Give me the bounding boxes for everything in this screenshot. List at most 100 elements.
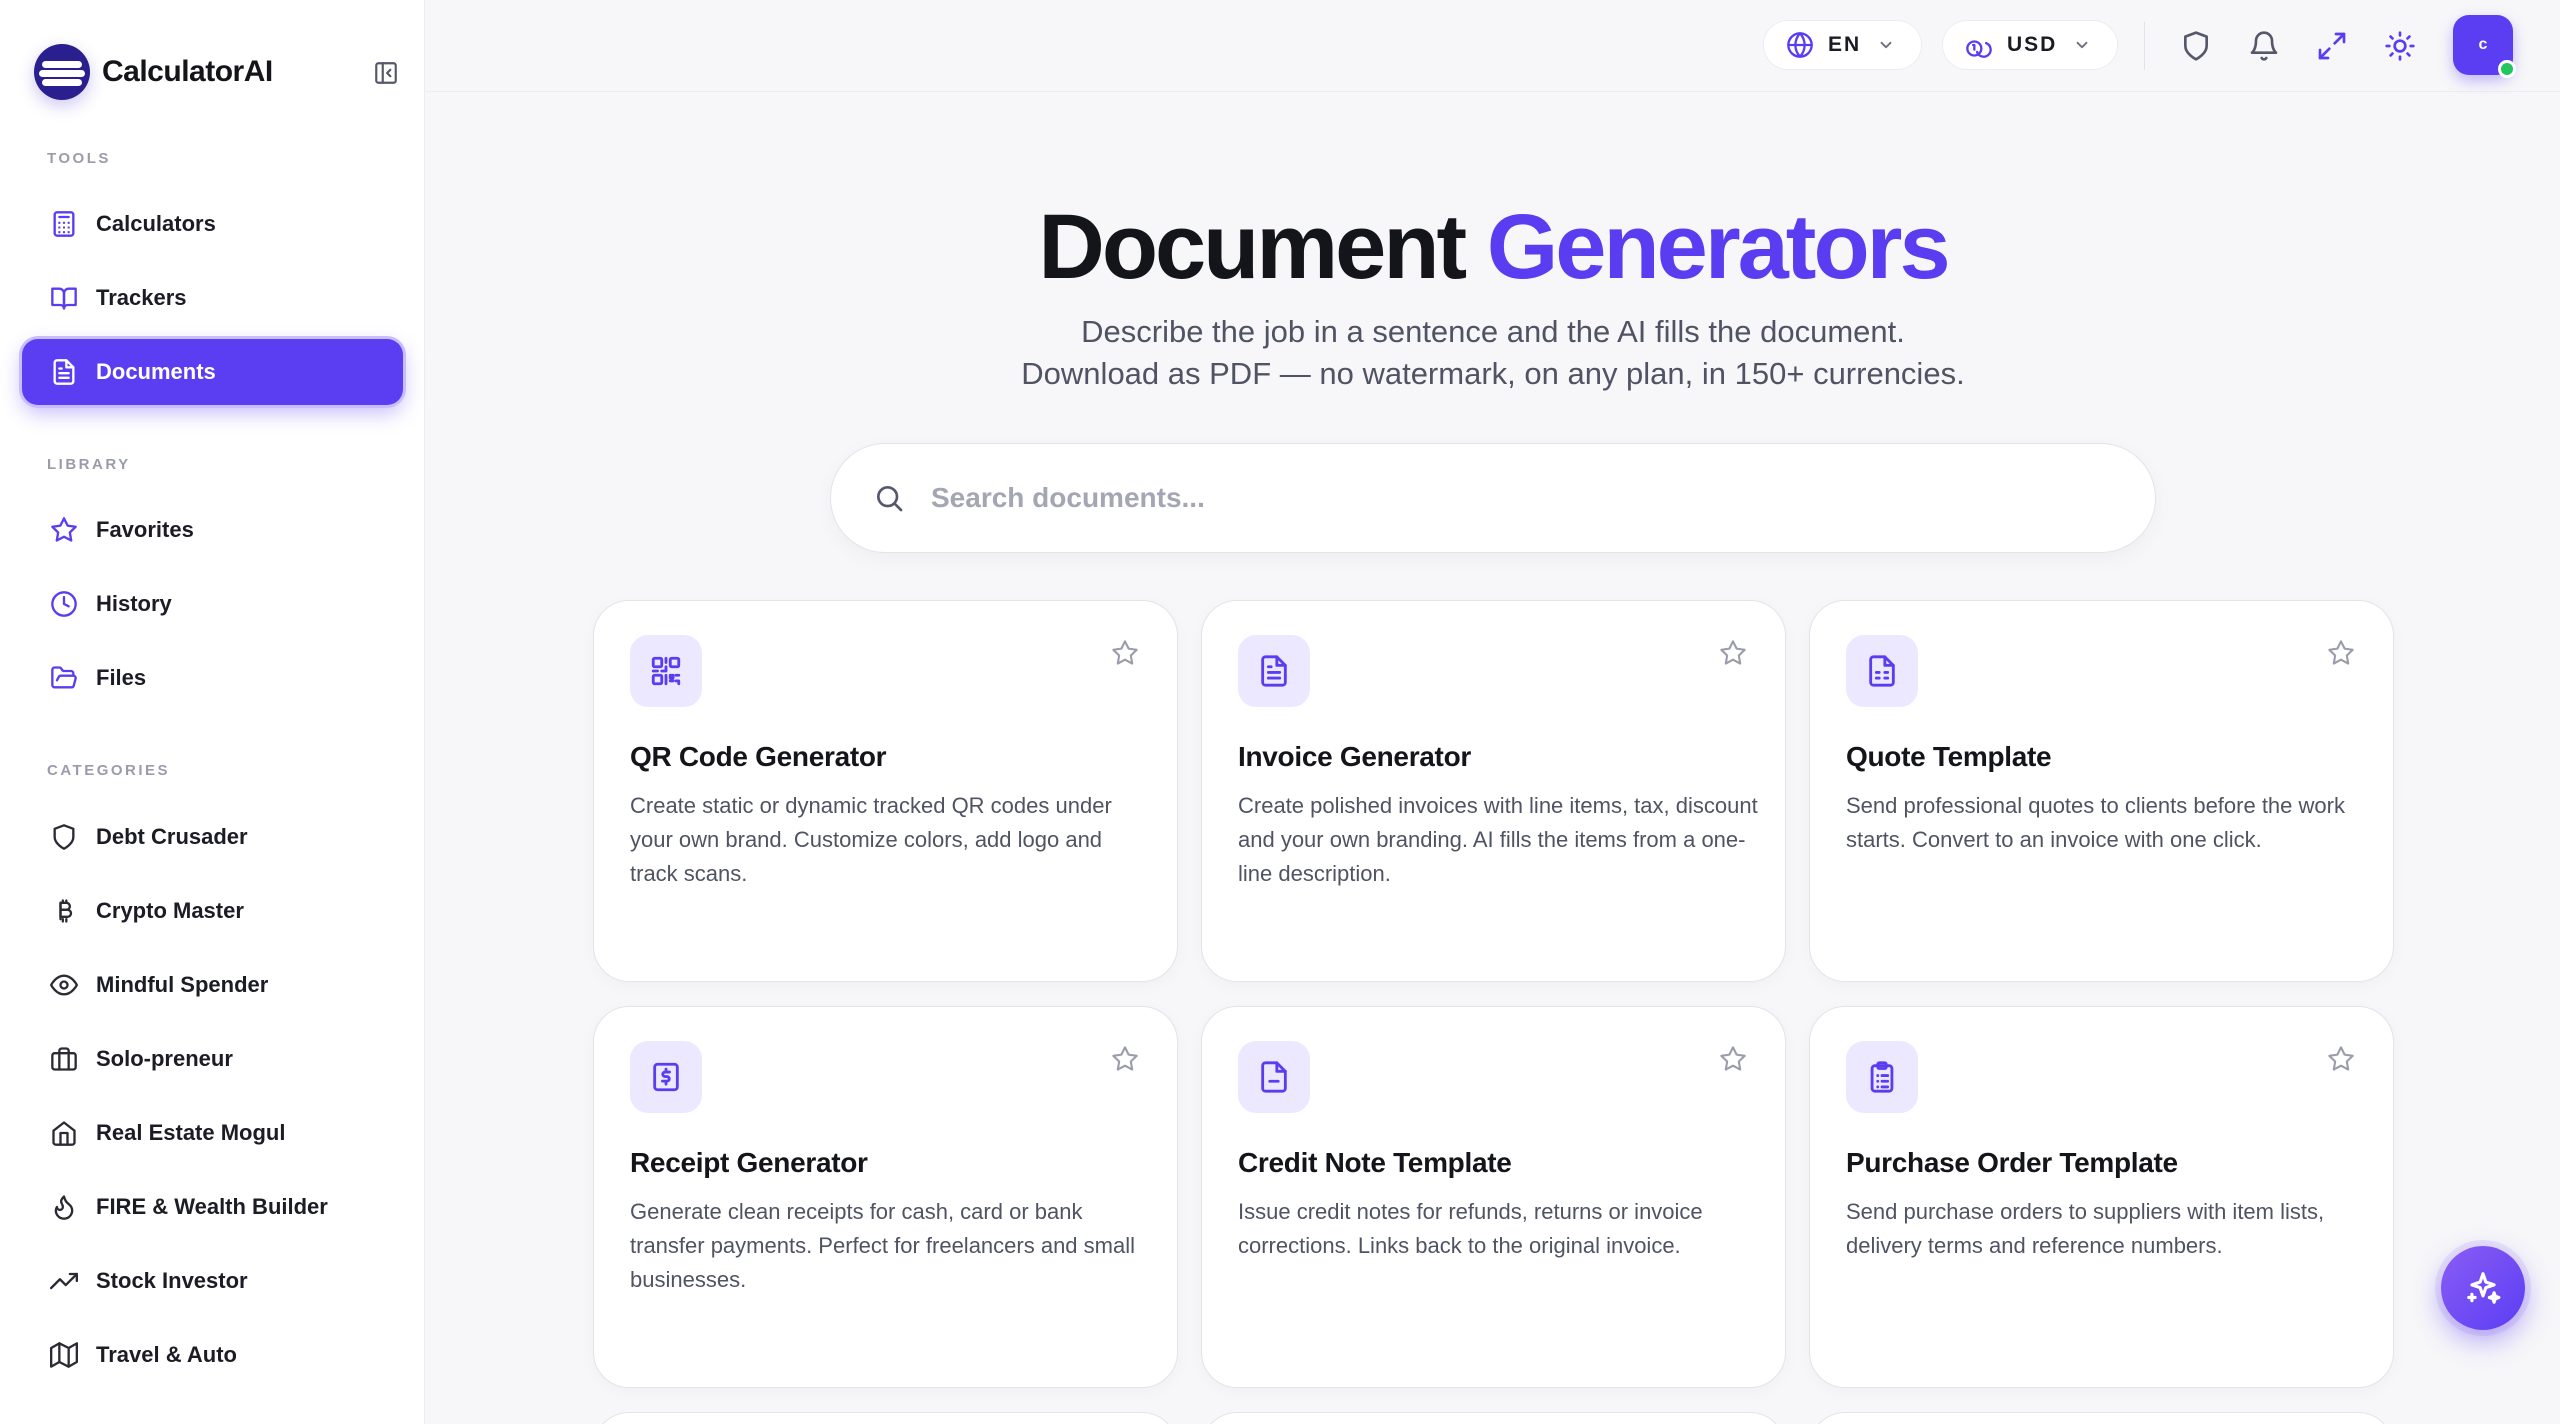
- star-icon: [50, 516, 78, 544]
- ai-assistant-button[interactable]: [2441, 1246, 2525, 1330]
- sparkles-icon: [2464, 1269, 2502, 1307]
- page-subtitle-line2: Download as PDF — no watermark, on any p…: [1021, 356, 1965, 391]
- avatar-initial: c: [2478, 36, 2488, 53]
- sidebar-item-crypto-master[interactable]: Crypto Master: [22, 878, 403, 944]
- topbar: EN USD: [426, 0, 2560, 92]
- language-selector[interactable]: EN: [1763, 20, 1922, 70]
- book-open-icon: [50, 284, 78, 312]
- sidebar-item-fire-wealth-builder[interactable]: FIRE & Wealth Builder: [22, 1174, 403, 1240]
- sidebar-item-real-estate-mogul[interactable]: Real Estate Mogul: [22, 1100, 403, 1166]
- sidebar-item-label: Stock Investor: [96, 1268, 248, 1293]
- favorite-star-icon[interactable]: [1719, 639, 1747, 667]
- currency-value: USD: [2007, 33, 2058, 56]
- bell-icon[interactable]: [2248, 30, 2280, 62]
- document-card-invoice-generator[interactable]: Invoice Generator Create polished invoic…: [1201, 600, 1786, 982]
- sidebar-item-label: Mindful Spender: [96, 972, 269, 997]
- favorite-star-icon[interactable]: [1111, 1045, 1139, 1073]
- chevron-down-icon: [2073, 36, 2091, 54]
- search-icon: [873, 482, 905, 514]
- search-input[interactable]: [931, 482, 2081, 514]
- sidebar-item-label: Files: [96, 665, 147, 690]
- sidebar-item-label: Solo-preneur: [96, 1046, 233, 1071]
- sidebar-item-debt-crusader[interactable]: Debt Crusader: [22, 804, 403, 870]
- sidebar-item-trackers[interactable]: Trackers: [22, 265, 403, 331]
- brand[interactable]: CalculatorAI: [34, 44, 273, 100]
- sidebar: CalculatorAI TOOLS Calculators Trackers …: [0, 0, 425, 1424]
- expand-icon[interactable]: [2316, 30, 2348, 62]
- card-description: Create static or dynamic tracked QR code…: [630, 793, 1112, 886]
- brand-logo-icon: [34, 44, 90, 100]
- card-title: Receipt Generator: [630, 1147, 868, 1178]
- sidebar-collapse-icon[interactable]: [373, 60, 399, 86]
- shield-icon[interactable]: [2180, 30, 2212, 62]
- card-title: Credit Note Template: [1238, 1147, 1512, 1178]
- trending-up-icon: [50, 1267, 78, 1295]
- eye-icon: [50, 971, 78, 999]
- home-icon: [50, 1119, 78, 1147]
- favorite-star-icon[interactable]: [2327, 639, 2355, 667]
- card-title: Invoice Generator: [1238, 741, 1471, 772]
- card-description: Send professional quotes to clients befo…: [1846, 793, 2345, 852]
- sidebar-item-documents[interactable]: Documents: [22, 339, 403, 405]
- document-card-partial[interactable]: [593, 1412, 1178, 1424]
- card-title: Quote Template: [1846, 741, 2052, 772]
- document-card-qr-code-generator[interactable]: QR Code Generator Create static or dynam…: [593, 600, 1178, 982]
- sidebar-item-files[interactable]: Files: [22, 645, 403, 711]
- globe-icon: [1786, 31, 1814, 59]
- favorite-star-icon[interactable]: [2327, 1045, 2355, 1073]
- card-title: QR Code Generator: [630, 741, 887, 772]
- document-card-receipt-generator[interactable]: Receipt Generator Generate clean receipt…: [593, 1006, 1178, 1388]
- sidebar-item-label: Travel & Auto: [96, 1342, 237, 1367]
- section-title-library: LIBRARY: [47, 456, 131, 473]
- card-description: Send purchase orders to suppliers with i…: [1846, 1199, 2325, 1258]
- sidebar-item-solo-preneur[interactable]: Solo-preneur: [22, 1026, 403, 1092]
- calculator-icon: [50, 210, 78, 238]
- sidebar-item-calculators[interactable]: Calculators: [22, 191, 403, 257]
- document-card-partial[interactable]: [1809, 1412, 2394, 1424]
- card-description: Generate clean receipts for cash, card o…: [630, 1199, 1135, 1292]
- sidebar-item-history[interactable]: History: [22, 571, 403, 637]
- favorite-star-icon[interactable]: [1719, 1045, 1747, 1073]
- favorite-star-icon[interactable]: [1111, 639, 1139, 667]
- search-bar[interactable]: [830, 443, 2156, 553]
- brand-name: CalculatorAI: [102, 55, 273, 88]
- sidebar-item-label: Calculators: [96, 211, 216, 236]
- document-card-quote-template[interactable]: Quote Template Send professional quotes …: [1809, 600, 2394, 982]
- document-card-credit-note-template[interactable]: Credit Note Template Issue credit notes …: [1201, 1006, 1786, 1388]
- section-title-categories: CATEGORIES: [47, 762, 171, 779]
- flame-icon: [50, 1193, 78, 1221]
- shield-icon: [50, 823, 78, 851]
- card-description: Create polished invoices with line items…: [1238, 793, 1758, 886]
- clipboard-list-icon: [1846, 1041, 1918, 1113]
- sidebar-item-label: Crypto Master: [96, 898, 244, 923]
- document-icon: [50, 358, 78, 386]
- card-title: Purchase Order Template: [1846, 1147, 2178, 1178]
- currency-selector[interactable]: USD: [1942, 20, 2118, 70]
- sidebar-item-mindful-spender[interactable]: Mindful Spender: [22, 952, 403, 1018]
- page-title-accent: Generators: [1486, 196, 1951, 298]
- document-card-partial[interactable]: [1201, 1412, 1786, 1424]
- topbar-divider: [2144, 22, 2145, 70]
- sidebar-item-label: Documents: [96, 359, 216, 384]
- sidebar-item-label: FIRE & Wealth Builder: [96, 1194, 328, 1219]
- sidebar-item-label: Trackers: [96, 285, 187, 310]
- file-spreadsheet-icon: [1846, 635, 1918, 707]
- page-subtitle-line1: Describe the job in a sentence and the A…: [1081, 314, 1905, 349]
- briefcase-icon: [50, 1045, 78, 1073]
- coins-icon: [1965, 31, 1993, 59]
- sun-icon[interactable]: [2384, 30, 2416, 62]
- sidebar-item-stock-investor[interactable]: Stock Investor: [22, 1248, 403, 1314]
- file-text-icon: [1238, 635, 1310, 707]
- sidebar-item-label: Debt Crusader: [96, 824, 248, 849]
- card-description: Issue credit notes for refunds, returns …: [1238, 1199, 1703, 1258]
- online-status-dot: [2498, 60, 2516, 78]
- user-avatar[interactable]: c: [2453, 15, 2516, 78]
- document-card-purchase-order-template[interactable]: Purchase Order Template Send purchase or…: [1809, 1006, 2394, 1388]
- language-value: EN: [1828, 33, 1862, 56]
- file-minus-icon: [1238, 1041, 1310, 1113]
- section-title-tools: TOOLS: [47, 150, 111, 167]
- sidebar-item-favorites[interactable]: Favorites: [22, 497, 403, 563]
- folder-open-icon: [50, 664, 78, 692]
- chevron-down-icon: [1877, 36, 1895, 54]
- sidebar-item-travel-auto[interactable]: Travel & Auto: [22, 1322, 403, 1388]
